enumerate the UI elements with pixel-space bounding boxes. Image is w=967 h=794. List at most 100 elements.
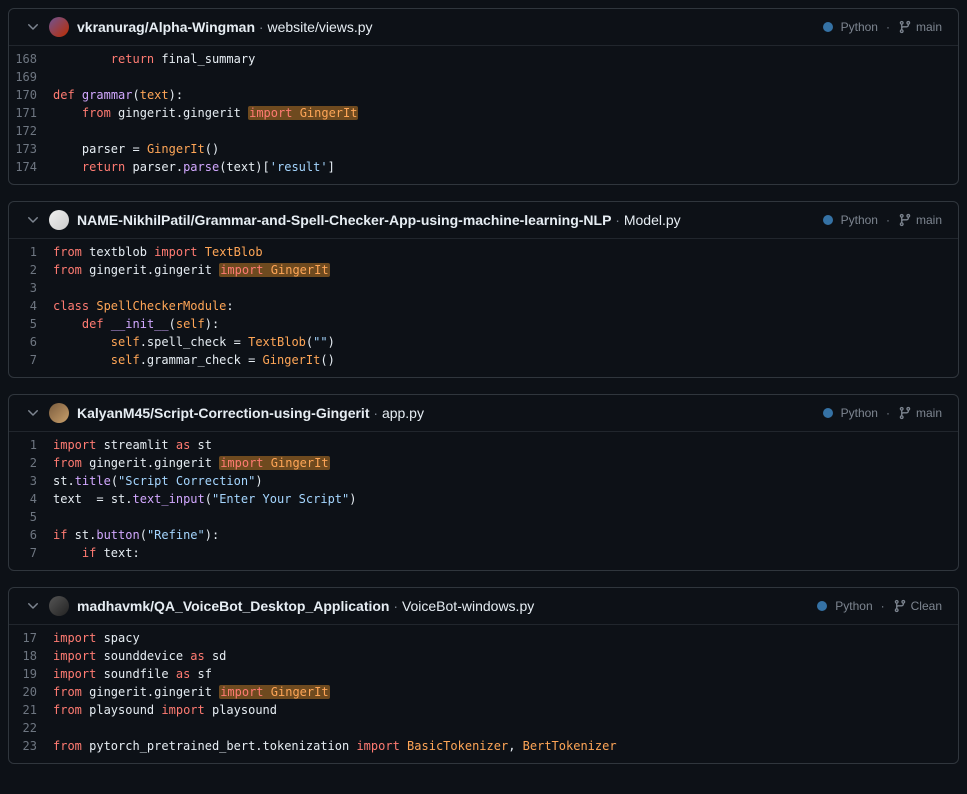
line-number[interactable]: 22 [9, 719, 53, 737]
code-line[interactable]: 4text = st.text_input("Enter Your Script… [9, 490, 958, 508]
code-line[interactable]: 6if st.button("Refine"): [9, 526, 958, 544]
branch-indicator[interactable]: main [898, 213, 942, 227]
code-line[interactable]: 7 self.grammar_check = GingerIt() [9, 351, 958, 369]
code-line[interactable]: 5 [9, 508, 958, 526]
branch-indicator[interactable]: Clean [893, 599, 942, 613]
line-number[interactable]: 4 [9, 297, 53, 315]
search-result: NAME-NikhilPatil/Grammar-and-Spell-Check… [8, 201, 959, 378]
file-link[interactable]: Model.py [624, 212, 681, 228]
line-number[interactable]: 2 [9, 261, 53, 279]
git-branch-icon [898, 20, 912, 34]
language-label: Python [841, 20, 878, 34]
code-line[interactable]: 1import streamlit as st [9, 436, 958, 454]
code-line[interactable]: 2from gingerit.gingerit import GingerIt [9, 261, 958, 279]
file-link[interactable]: VoiceBot-windows.py [402, 598, 534, 614]
result-meta: Python·main [823, 213, 942, 227]
code-line[interactable]: 171 from gingerit.gingerit import Ginger… [9, 104, 958, 122]
line-number[interactable]: 3 [9, 279, 53, 297]
branch-name: main [916, 213, 942, 227]
line-number[interactable]: 170 [9, 86, 53, 104]
line-number[interactable]: 168 [9, 50, 53, 68]
code-line[interactable]: 3 [9, 279, 958, 297]
line-number[interactable]: 174 [9, 158, 53, 176]
line-number[interactable]: 19 [9, 665, 53, 683]
language-dot-icon [823, 215, 833, 225]
line-number[interactable]: 20 [9, 683, 53, 701]
line-number[interactable]: 171 [9, 104, 53, 122]
chevron-down-icon[interactable] [25, 19, 41, 35]
repo-link[interactable]: KalyanM45/Script-Correction-using-Ginger… [77, 405, 369, 421]
code-line[interactable]: 174 return parser.parse(text)['result'] [9, 158, 958, 176]
chevron-down-icon[interactable] [25, 598, 41, 614]
code-snippet: 1from textblob import TextBlob2from ging… [9, 239, 958, 377]
line-number[interactable]: 1 [9, 243, 53, 261]
result-header: KalyanM45/Script-Correction-using-Ginger… [9, 395, 958, 432]
code-content: from gingerit.gingerit import GingerIt [53, 683, 346, 701]
line-number[interactable]: 4 [9, 490, 53, 508]
file-link[interactable]: website/views.py [267, 19, 372, 35]
branch-name: main [916, 406, 942, 420]
code-line[interactable]: 17import spacy [9, 629, 958, 647]
branch-indicator[interactable]: main [898, 20, 942, 34]
code-line[interactable]: 169 [9, 68, 958, 86]
avatar[interactable] [49, 210, 69, 230]
code-content: st.title("Script Correction") [53, 472, 279, 490]
code-line[interactable]: 23from pytorch_pretrained_bert.tokenizat… [9, 737, 958, 755]
code-line[interactable]: 3st.title("Script Correction") [9, 472, 958, 490]
code-line[interactable]: 2from gingerit.gingerit import GingerIt [9, 454, 958, 472]
line-number[interactable]: 17 [9, 629, 53, 647]
code-line[interactable]: 20from gingerit.gingerit import GingerIt [9, 683, 958, 701]
line-number[interactable]: 2 [9, 454, 53, 472]
line-number[interactable]: 7 [9, 351, 53, 369]
code-line[interactable]: 4class SpellCheckerModule: [9, 297, 958, 315]
language-label: Python [841, 406, 878, 420]
avatar[interactable] [49, 403, 69, 423]
avatar[interactable] [49, 596, 69, 616]
code-content: from textblob import TextBlob [53, 243, 279, 261]
code-line[interactable]: 1from textblob import TextBlob [9, 243, 958, 261]
code-line[interactable]: 7 if text: [9, 544, 958, 562]
line-number[interactable]: 169 [9, 68, 53, 86]
chevron-down-icon[interactable] [25, 212, 41, 228]
code-content: text = st.text_input("Enter Your Script"… [53, 490, 373, 508]
code-line[interactable]: 172 [9, 122, 958, 140]
line-number[interactable]: 5 [9, 315, 53, 333]
code-snippet: 1import streamlit as st2from gingerit.gi… [9, 432, 958, 570]
code-line[interactable]: 5 def __init__(self): [9, 315, 958, 333]
code-line[interactable]: 18import sounddevice as sd [9, 647, 958, 665]
repo-path: vkranurag/Alpha-Wingman · website/views.… [77, 19, 373, 35]
code-line[interactable]: 173 parser = GingerIt() [9, 140, 958, 158]
line-number[interactable]: 172 [9, 122, 53, 140]
code-line[interactable]: 22 [9, 719, 958, 737]
code-line[interactable]: 6 self.spell_check = TextBlob("") [9, 333, 958, 351]
line-number[interactable]: 3 [9, 472, 53, 490]
line-number[interactable]: 5 [9, 508, 53, 526]
avatar[interactable] [49, 17, 69, 37]
git-branch-icon [898, 406, 912, 420]
line-number[interactable]: 173 [9, 140, 53, 158]
line-number[interactable]: 18 [9, 647, 53, 665]
branch-indicator[interactable]: main [898, 406, 942, 420]
path-separator: · [369, 405, 381, 421]
chevron-down-icon[interactable] [25, 405, 41, 421]
path-separator: · [611, 212, 623, 228]
meta-separator: · [881, 599, 885, 613]
line-number[interactable]: 21 [9, 701, 53, 719]
code-content: def __init__(self): [53, 315, 235, 333]
code-content [53, 279, 69, 297]
repo-link[interactable]: madhavmk/QA_VoiceBot_Desktop_Application [77, 598, 389, 614]
repo-link[interactable]: vkranurag/Alpha-Wingman [77, 19, 255, 35]
line-number[interactable]: 7 [9, 544, 53, 562]
language-dot-icon [823, 22, 833, 32]
line-number[interactable]: 1 [9, 436, 53, 454]
repo-link[interactable]: NAME-NikhilPatil/Grammar-and-Spell-Check… [77, 212, 611, 228]
code-line[interactable]: 21from playsound import playsound [9, 701, 958, 719]
code-line[interactable]: 170def grammar(text): [9, 86, 958, 104]
line-number[interactable]: 6 [9, 526, 53, 544]
file-link[interactable]: app.py [382, 405, 424, 421]
code-line[interactable]: 19import soundfile as sf [9, 665, 958, 683]
code-content: def grammar(text): [53, 86, 199, 104]
line-number[interactable]: 6 [9, 333, 53, 351]
line-number[interactable]: 23 [9, 737, 53, 755]
code-line[interactable]: 168 return final_summary [9, 50, 958, 68]
